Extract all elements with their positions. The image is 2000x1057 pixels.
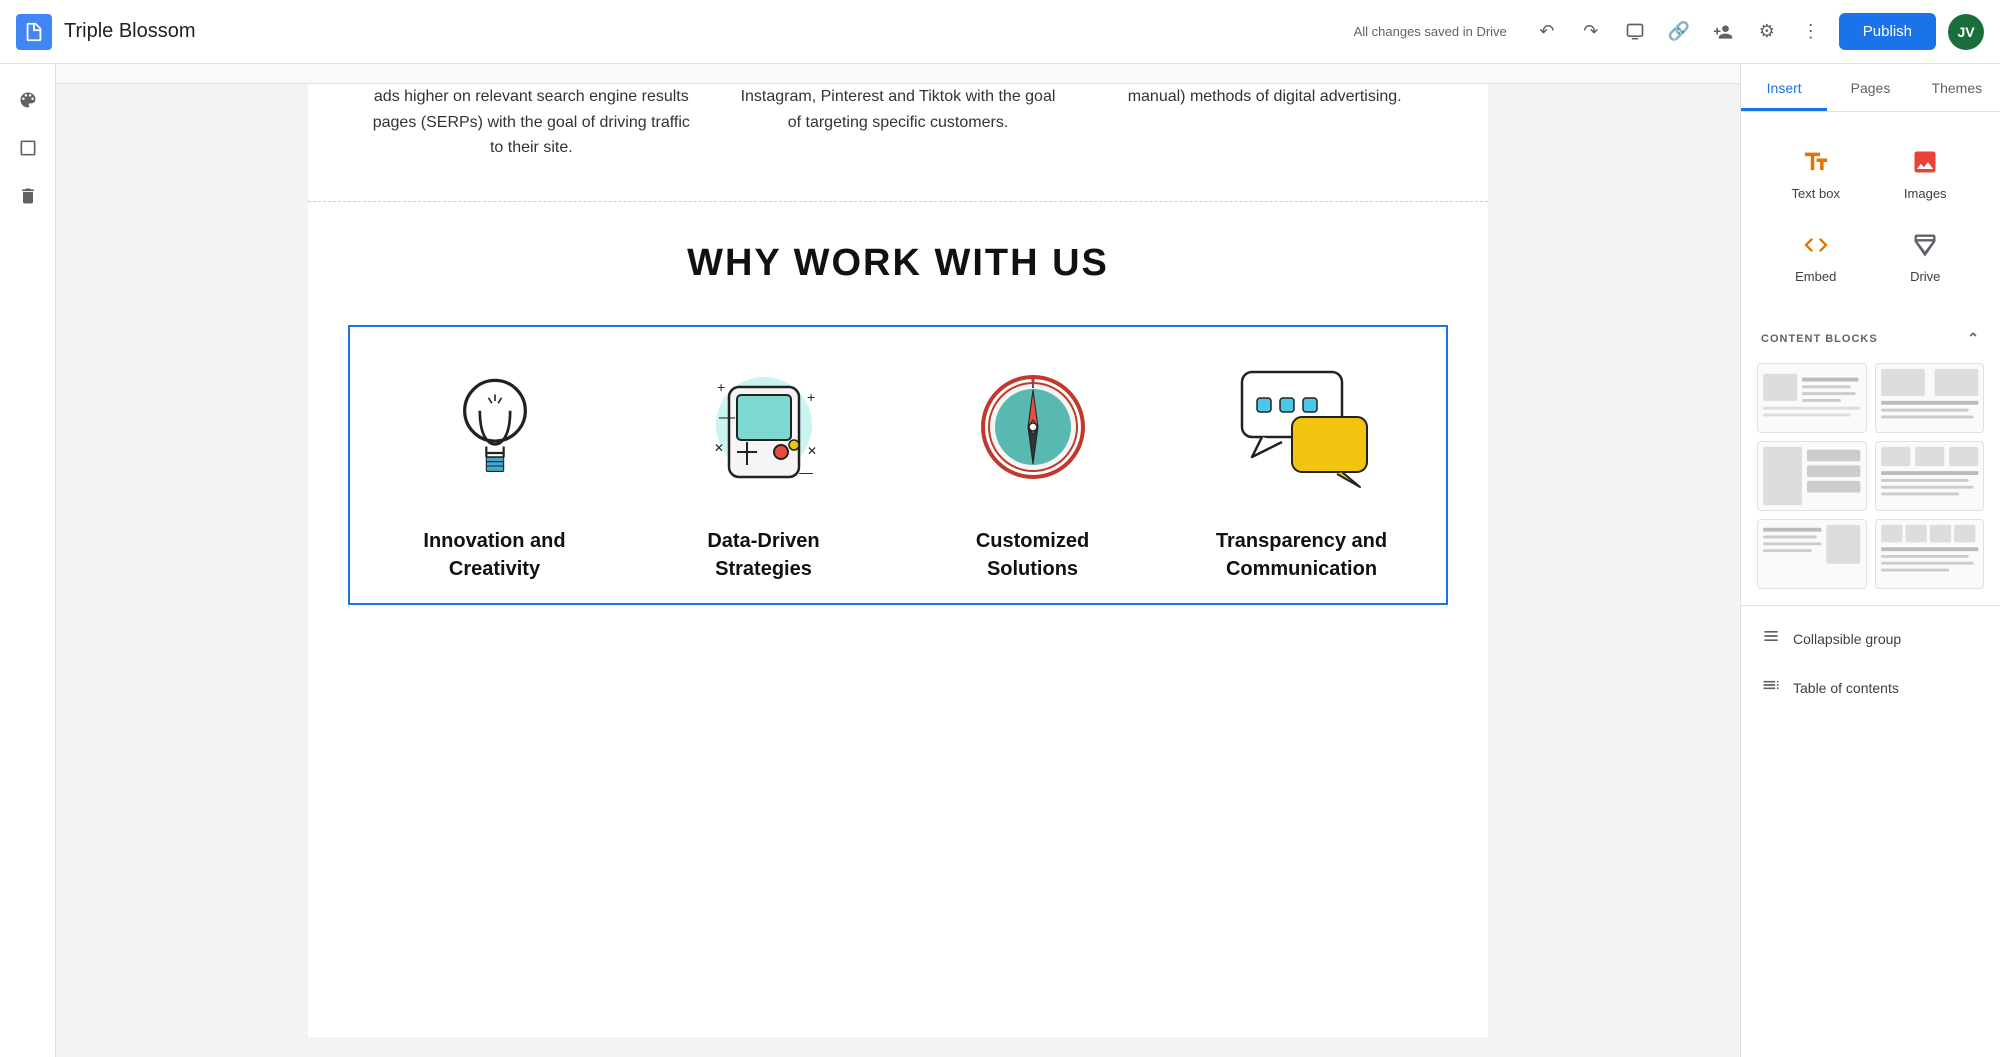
tab-insert[interactable]: Insert	[1741, 64, 1827, 111]
svg-text:—: —	[799, 464, 813, 480]
content-block-selected[interactable]: Innovation andCreativity	[348, 325, 1448, 605]
topbar: Triple Blossom All changes saved in Driv…	[0, 0, 2000, 64]
collapsible-icon	[1761, 626, 1781, 651]
block-thumbnails	[1741, 355, 2000, 597]
palette-icon[interactable]	[8, 80, 48, 120]
embed-label: Embed	[1795, 269, 1836, 284]
main-layout: ads higher on relevant search engine res…	[0, 64, 2000, 1057]
embed-icon	[1800, 229, 1832, 261]
tab-pages[interactable]: Pages	[1827, 64, 1913, 111]
why-title: WHY WORK WITH US	[348, 242, 1448, 285]
sidebar-tabs: Insert Pages Themes	[1741, 64, 2000, 112]
tab-themes[interactable]: Themes	[1914, 64, 2000, 111]
block-thumb-6[interactable]	[1875, 519, 1985, 589]
data-driven-label: Data-DrivenStrategies	[707, 527, 819, 583]
collapsible-group-label: Collapsible group	[1793, 631, 1901, 647]
insert-embed[interactable]: Embed	[1761, 215, 1871, 298]
publish-button[interactable]: Publish	[1839, 13, 1936, 50]
why-section: WHY WORK WITH US	[308, 202, 1488, 285]
preview-button[interactable]	[1615, 12, 1655, 52]
pages-icon[interactable]	[8, 128, 48, 168]
block-item-customized: CustomizedSolutions	[908, 347, 1157, 583]
drive-icon	[1909, 229, 1941, 261]
right-sidebar: Insert Pages Themes Text box Images	[1740, 64, 2000, 1057]
insert-images[interactable]: Images	[1871, 132, 1981, 215]
block-thumb-3[interactable]	[1757, 441, 1867, 511]
block-item-data-driven: + + ✕ ✕ — — Data-DrivenStrategies	[639, 347, 888, 583]
svg-text:✕: ✕	[714, 441, 724, 455]
app-logo	[16, 14, 52, 50]
partial-col-3: manual) methods of digital advertising.	[1081, 84, 1448, 161]
insert-drive[interactable]: Drive	[1871, 215, 1981, 298]
block-item-innovation: Innovation andCreativity	[370, 347, 619, 583]
innovation-label: Innovation andCreativity	[423, 527, 565, 583]
transparency-icon-wrap	[1222, 347, 1382, 507]
customized-icon-wrap	[953, 347, 1113, 507]
images-label: Images	[1904, 186, 1947, 201]
settings-button[interactable]: ⚙	[1747, 12, 1787, 52]
drive-label: Drive	[1910, 269, 1940, 284]
delete-icon[interactable]	[8, 176, 48, 216]
canvas-area: ads higher on relevant search engine res…	[56, 64, 1740, 1057]
block-thumb-1[interactable]	[1757, 363, 1867, 433]
top-partial-section: ads higher on relevant search engine res…	[308, 84, 1488, 202]
document-title: Triple Blossom	[64, 20, 196, 43]
partial-col-1: ads higher on relevant search engine res…	[348, 84, 715, 161]
add-person-button[interactable]	[1703, 12, 1743, 52]
insert-text-box[interactable]: Text box	[1761, 132, 1871, 215]
text-box-label: Text box	[1792, 186, 1840, 201]
partial-col-2: Instagram, Pinterest and Tiktok with the…	[715, 84, 1082, 161]
left-sidebar	[0, 64, 56, 1057]
images-icon	[1909, 146, 1941, 178]
collapsible-group-item[interactable]: Collapsible group	[1741, 614, 2000, 663]
text-box-icon	[1800, 146, 1832, 178]
svg-text:—: —	[719, 409, 735, 426]
table-of-contents-item[interactable]: Table of contents	[1741, 663, 2000, 712]
svg-text:+: +	[807, 389, 815, 405]
toolbar-icons: ↶ ↷ 🔗 ⚙ ⋮	[1527, 12, 1831, 52]
block-thumb-5[interactable]	[1757, 519, 1867, 589]
svg-text:+: +	[717, 379, 725, 395]
customized-label: CustomizedSolutions	[976, 527, 1089, 583]
avatar[interactable]: JV	[1948, 14, 1984, 50]
page-content: ads higher on relevant search engine res…	[308, 84, 1488, 1037]
content-blocks-label: CONTENT BLOCKS	[1761, 333, 1878, 345]
data-driven-icon-wrap: + + ✕ ✕ — —	[684, 347, 844, 507]
block-item-transparency: Transparency andCommunication	[1177, 347, 1426, 583]
content-blocks-header: CONTENT BLOCKS ⌃	[1741, 318, 2000, 355]
undo-button[interactable]: ↶	[1527, 12, 1567, 52]
ruler	[56, 64, 1740, 84]
save-status: All changes saved in Drive	[1354, 24, 1507, 39]
transparency-label: Transparency andCommunication	[1216, 527, 1387, 583]
block-thumb-4[interactable]	[1875, 441, 1985, 511]
toc-label: Table of contents	[1793, 680, 1899, 696]
innovation-icon-wrap	[415, 347, 575, 507]
more-options-button[interactable]: ⋮	[1791, 12, 1831, 52]
block-thumb-2[interactable]	[1875, 363, 1985, 433]
toc-icon	[1761, 675, 1781, 700]
sidebar-divider	[1741, 605, 2000, 606]
chevron-up-icon[interactable]: ⌃	[1967, 330, 1980, 347]
redo-button[interactable]: ↷	[1571, 12, 1611, 52]
insert-grid: Text box Images Embed Driv	[1741, 112, 2000, 318]
link-button[interactable]: 🔗	[1659, 12, 1699, 52]
svg-text:✕: ✕	[807, 444, 817, 458]
